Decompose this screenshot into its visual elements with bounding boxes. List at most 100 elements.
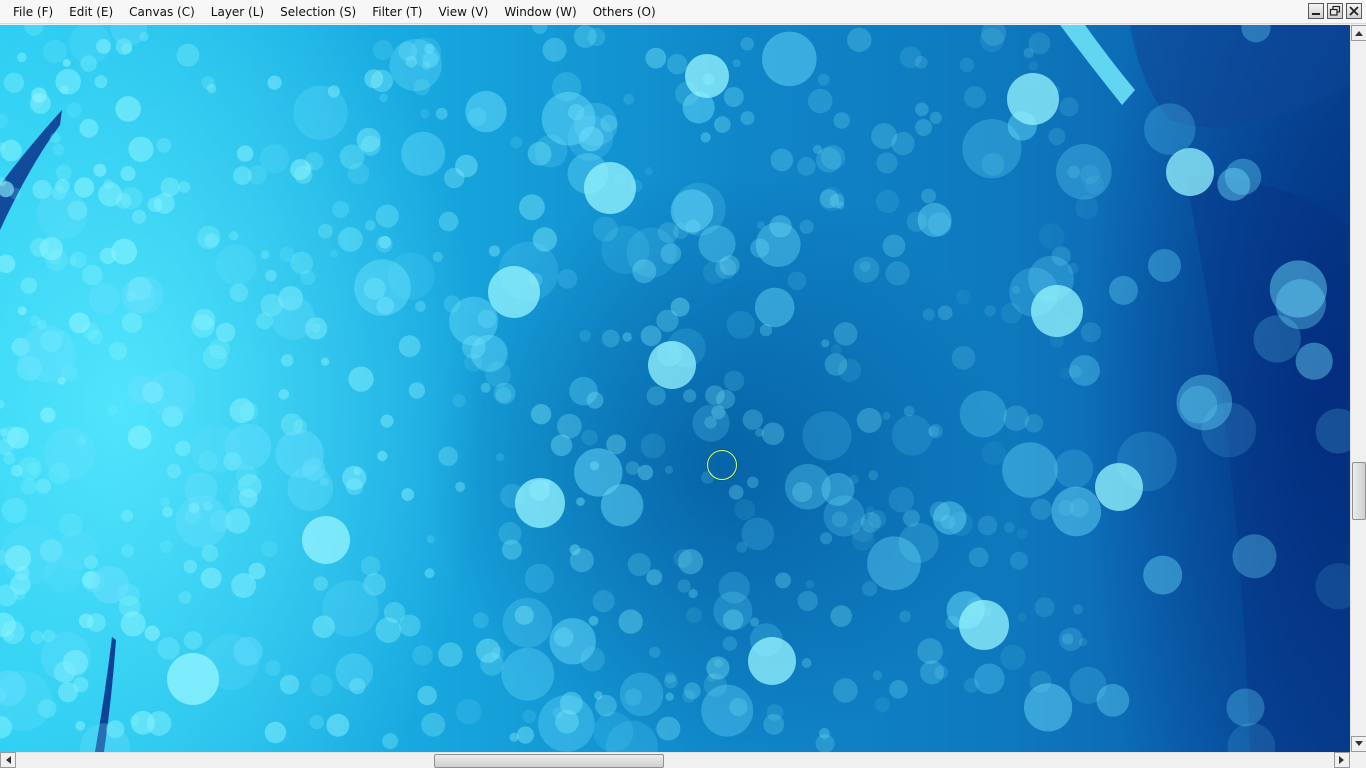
bokeh-particle: [498, 522, 522, 545]
bokeh-particle: [353, 467, 362, 476]
bokeh-particle: [121, 312, 143, 333]
bokeh-particle: [723, 87, 744, 107]
bokeh-orb: [802, 411, 852, 461]
bokeh-particle: [178, 590, 192, 604]
bokeh-orb: [191, 424, 240, 474]
bokeh-particle: [522, 709, 536, 724]
bokeh-particle: [627, 553, 651, 576]
bokeh-particle: [0, 400, 5, 409]
menu-view[interactable]: View (V): [430, 0, 496, 24]
scroll-left-button[interactable]: [0, 752, 16, 768]
bokeh-orb: [389, 38, 442, 92]
bokeh-orb: [692, 404, 730, 442]
bokeh-particle: [951, 346, 976, 370]
bokeh-particle: [79, 118, 99, 138]
bokeh-particle: [576, 497, 585, 506]
bokeh-orb: [1232, 534, 1277, 579]
bokeh-particle: [763, 714, 785, 735]
menu-canvas[interactable]: Canvas (C): [121, 0, 203, 24]
bokeh-particle: [496, 453, 505, 462]
menu-others[interactable]: Others (O): [585, 0, 664, 24]
bokeh-orb: [755, 222, 801, 267]
bokeh-particle: [1023, 47, 1034, 59]
scroll-down-button[interactable]: [1351, 736, 1366, 752]
bokeh-particle: [922, 308, 935, 321]
horizontal-scrollbar[interactable]: [0, 752, 1350, 768]
bokeh-particle: [377, 450, 388, 462]
bokeh-particle: [853, 256, 880, 283]
bokeh-orb: [1179, 385, 1218, 424]
bokeh-orb: [260, 144, 290, 174]
menu-selection[interactable]: Selection (S): [272, 0, 364, 24]
bokeh-particle: [836, 201, 845, 210]
bokeh-highlight: [959, 600, 1009, 650]
bokeh-particle: [281, 354, 294, 367]
bokeh-particle: [722, 636, 738, 651]
vertical-scrollbar[interactable]: [1350, 25, 1366, 752]
bokeh-highlight: [584, 162, 636, 214]
close-button[interactable]: [1346, 3, 1362, 19]
bokeh-particle: [229, 398, 255, 424]
menu-layer[interactable]: Layer (L): [203, 0, 272, 24]
bokeh-particle: [380, 414, 394, 428]
bokeh-orb: [1024, 683, 1073, 732]
bokeh-particle: [491, 646, 504, 660]
bokeh-particle: [375, 617, 402, 643]
scroll-right-button[interactable]: [1334, 752, 1350, 768]
bokeh-particle: [398, 614, 421, 637]
menu-file[interactable]: File (F): [5, 0, 61, 24]
arrow-left-icon: [6, 756, 11, 764]
bokeh-particle: [686, 607, 702, 623]
bokeh-particle: [868, 470, 879, 481]
bokeh-particle: [734, 499, 756, 520]
menu-edit[interactable]: Edit (E): [61, 0, 121, 24]
vertical-scroll-thumb[interactable]: [1352, 462, 1366, 520]
arrow-down-icon: [1355, 741, 1363, 746]
bokeh-orb: [233, 636, 263, 666]
bokeh-particle: [375, 204, 399, 228]
bokeh-particle: [1017, 612, 1027, 622]
bokeh-orb: [1069, 355, 1100, 386]
bokeh-particle: [815, 734, 835, 752]
bokeh-particle: [899, 610, 911, 623]
artwork-streak: [1185, 175, 1350, 752]
bokeh-particle: [3, 72, 25, 93]
bokeh-particle: [348, 366, 374, 392]
minimize-button[interactable]: [1308, 3, 1324, 19]
bokeh-orb: [1143, 555, 1183, 595]
minimize-icon: [1312, 13, 1320, 15]
bokeh-particle: [128, 136, 154, 162]
menu-window[interactable]: Window (W): [496, 0, 584, 24]
bokeh-particle: [1038, 223, 1065, 250]
bokeh-particle: [337, 227, 363, 252]
bokeh-orb: [974, 663, 1005, 695]
bokeh-particle: [816, 147, 842, 173]
bokeh-orb: [959, 390, 1007, 438]
bokeh-particle: [360, 556, 381, 576]
bokeh-particle: [332, 200, 350, 218]
restore-button[interactable]: [1327, 3, 1343, 19]
bokeh-particle: [510, 136, 523, 149]
bokeh-particle: [682, 689, 696, 703]
bokeh-particle: [623, 93, 635, 105]
bokeh-highlight: [302, 516, 350, 564]
bokeh-particle: [438, 446, 459, 467]
bokeh-particle: [120, 166, 136, 182]
bokeh-particle: [290, 251, 314, 275]
drawing-canvas[interactable]: [0, 25, 1350, 752]
scroll-up-button[interactable]: [1351, 25, 1366, 41]
bokeh-orb: [125, 276, 164, 314]
bokeh-particle: [821, 339, 830, 348]
bokeh-particle: [640, 433, 666, 459]
bokeh-orb: [1109, 275, 1138, 305]
bokeh-particle: [882, 234, 906, 258]
horizontal-scroll-thumb[interactable]: [434, 754, 664, 768]
bokeh-orb: [534, 134, 568, 168]
bokeh-particle: [833, 322, 858, 346]
bokeh-orb: [549, 618, 596, 665]
arrow-right-icon: [1339, 756, 1344, 764]
menu-filter[interactable]: Filter (T): [364, 0, 430, 24]
bokeh-particle: [805, 580, 815, 589]
bokeh-particle: [197, 225, 221, 250]
bokeh-orb: [1056, 144, 1112, 200]
